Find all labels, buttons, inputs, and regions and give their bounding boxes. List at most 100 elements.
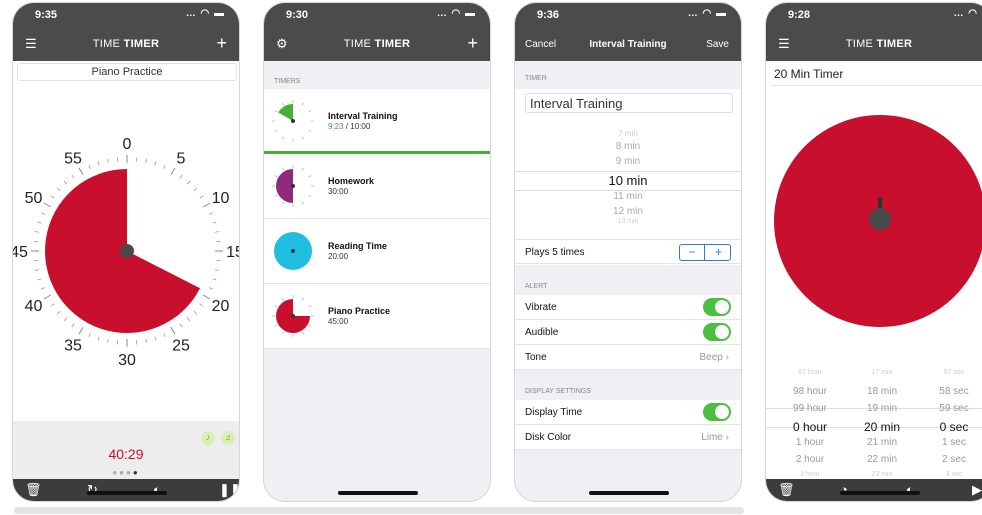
disk-color-label: Disk Color xyxy=(525,432,572,443)
vibrate-toggle[interactable] xyxy=(703,298,731,316)
dial-tick xyxy=(170,326,176,335)
picker-option[interactable]: 9 min xyxy=(515,156,741,167)
display-time-toggle[interactable] xyxy=(703,403,731,421)
picker-option[interactable]: 12 min xyxy=(515,206,741,217)
minute-picker[interactable]: 17 min 18 min 19 min 20 min 21 min 22 mi… xyxy=(852,369,912,488)
timer-time: 20:00 xyxy=(328,252,349,261)
picker-option[interactable]: 8 min xyxy=(515,141,741,152)
signal-icon: … ◠ ▬ xyxy=(687,8,727,19)
display-time-row: Display Time xyxy=(515,400,741,425)
timer-thumbnail xyxy=(272,100,314,142)
dial-label: 5 xyxy=(177,150,186,167)
play-icon[interactable]: ▶ xyxy=(972,482,982,498)
dial-hub xyxy=(120,244,134,258)
dial-tick xyxy=(50,303,55,307)
dial-tick xyxy=(214,231,220,233)
dial-tick xyxy=(40,287,45,290)
dial-tick xyxy=(212,221,217,224)
audible-label: Audible xyxy=(525,327,559,338)
dial-tick xyxy=(186,317,191,322)
home-indicator xyxy=(338,491,418,495)
plays-stepper[interactable]: − + xyxy=(679,244,731,261)
plus-button[interactable]: + xyxy=(706,245,731,260)
minus-button[interactable]: − xyxy=(680,245,705,260)
list-item[interactable]: Piano Practice 45:00 xyxy=(264,284,490,349)
mini-tick xyxy=(282,136,285,140)
dial-tick xyxy=(34,269,40,271)
remaining-time: 40:29 xyxy=(108,446,144,462)
dial-label: 45 xyxy=(13,244,28,261)
dial-label: 55 xyxy=(64,150,82,167)
dial-tick xyxy=(170,167,176,176)
timer-name: Interval Training xyxy=(328,111,398,121)
mini-tick xyxy=(274,324,278,327)
dial-label: 25 xyxy=(172,338,190,355)
list-item[interactable]: Interval Training 9:23 / 10:00 xyxy=(264,89,490,154)
home-indicator xyxy=(840,491,920,495)
bell-icon[interactable]: ♫ xyxy=(221,431,235,445)
timer-thumbnail xyxy=(272,295,314,337)
plus-icon[interactable]: + xyxy=(467,33,478,54)
list-item[interactable]: Homework 30:00 xyxy=(264,154,490,219)
chevron-right-icon: › xyxy=(725,432,729,443)
horizontal-scrollbar[interactable] xyxy=(14,507,744,514)
dial-tick xyxy=(78,326,84,335)
picker-option[interactable]: 7 min xyxy=(515,129,741,138)
timer-name: Reading Time xyxy=(328,241,387,251)
status-time: 9:28 xyxy=(788,9,811,21)
mini-hub xyxy=(291,184,295,188)
dial-tick xyxy=(97,161,100,166)
save-button[interactable]: Save xyxy=(706,39,729,50)
tone-row[interactable]: Tone Beep › xyxy=(515,345,741,370)
app-title: TIME TIMER xyxy=(92,38,160,50)
mini-tick xyxy=(301,201,304,205)
signal-icon: … ◠ ▬ xyxy=(185,8,225,19)
home-indicator xyxy=(589,491,669,495)
timer-name: Homework xyxy=(328,176,375,186)
vibrate-icon[interactable]: ♪ xyxy=(201,431,215,445)
trash-icon[interactable]: 🗑 xyxy=(25,482,42,498)
page-dots[interactable]: ●●●● xyxy=(13,468,239,477)
audible-toggle[interactable] xyxy=(703,323,731,341)
picker-option[interactable]: 11 min xyxy=(515,191,741,202)
mini-tick xyxy=(308,110,312,113)
dial-tick xyxy=(212,278,217,281)
status-time: 9:30 xyxy=(286,9,309,21)
dial-tick xyxy=(154,336,157,341)
status-bar: 9:35 … ◠ ▬ xyxy=(13,3,239,27)
section-header: TIMERS xyxy=(264,69,490,89)
reset-icon[interactable]: ↻ xyxy=(87,482,98,498)
mini-tick xyxy=(274,305,278,308)
plus-icon[interactable]: + xyxy=(216,33,227,54)
mini-tick xyxy=(308,129,312,132)
timer-dial[interactable]: 0 5 10 15 20 25 30 35 40 45 50 55 xyxy=(13,113,240,393)
timer-name[interactable]: 20 Min Timer xyxy=(774,67,843,81)
mini-tick xyxy=(274,194,278,197)
section-alert: ALERT xyxy=(515,265,741,295)
screen-set-timer: 9:28 … ◠ ☰ TIME TIMER 20 Min Timer 97 ho… xyxy=(765,2,982,502)
disk-color-row[interactable]: Disk Color Lime › xyxy=(515,425,741,450)
trash-icon[interactable]: 🗑 xyxy=(778,482,795,498)
picker-option-selected[interactable]: 10 min xyxy=(515,173,741,188)
dial-tick xyxy=(163,333,166,338)
dial-label: 0 xyxy=(123,136,132,153)
list-item[interactable]: Reading Time 20:00 xyxy=(264,219,490,284)
timer-name-field[interactable]: Interval Training xyxy=(525,93,733,113)
pause-icon[interactable]: ❚❚ xyxy=(219,482,239,498)
dial-tick xyxy=(37,278,42,281)
mini-tick xyxy=(308,324,312,327)
dial-tick xyxy=(63,317,68,322)
timer-thumbnail xyxy=(274,232,312,270)
plays-row: Plays 5 times − + xyxy=(515,239,741,264)
screen-timer-dial: 9:35 … ◠ ▬ ☰ TIME TIMER + Piano Practice… xyxy=(12,2,240,502)
dial-tick xyxy=(63,180,68,185)
timer-name-field[interactable]: Piano Practice xyxy=(17,63,237,81)
dial-tick xyxy=(186,180,191,185)
picker-option[interactable]: 13 min xyxy=(515,218,741,225)
timer-time: 9:23 / 10:00 xyxy=(328,122,371,131)
second-picker[interactable]: 57 sec 58 sec 59 sec 0 sec 1 sec 2 sec 3… xyxy=(924,369,982,488)
hour-picker[interactable]: 97 hour 98 hour 99 hour 0 hour 1 hour 2 … xyxy=(780,369,840,488)
mini-tick xyxy=(301,136,304,140)
dial-tick xyxy=(34,231,40,233)
timer-disk[interactable] xyxy=(766,113,982,333)
